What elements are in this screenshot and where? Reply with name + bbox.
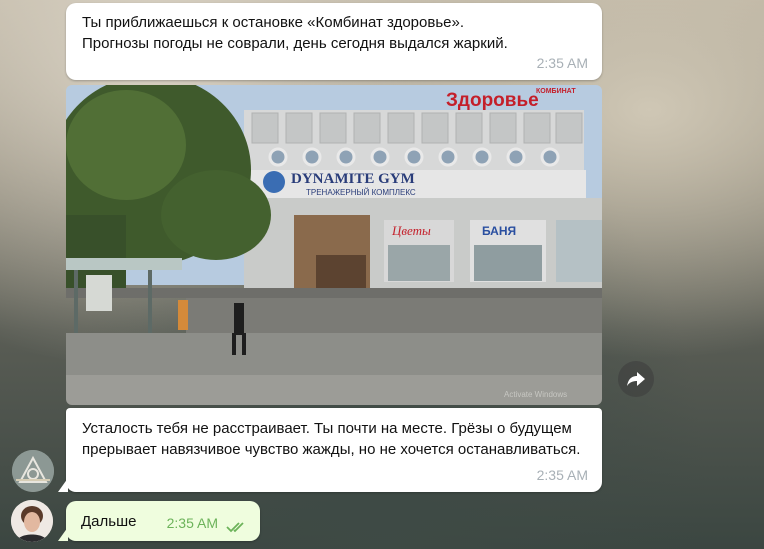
message-text: Дальше [81, 513, 137, 530]
photo-watermark: Activate Windows [504, 390, 567, 399]
message-time: 2:35 AM [536, 467, 588, 483]
sign-top-text: Здоровье [446, 90, 539, 111]
message-time: 2:35 AM [536, 55, 588, 71]
banner-sub-text: ТРЕНАЖЕРНЫЙ КОМПЛЕКС [306, 188, 416, 197]
bubble-tail [58, 478, 68, 492]
incoming-message[interactable]: Усталость тебя не расстраивает. Ты почти… [66, 408, 602, 492]
banner-text: DYNAMITE GYM [291, 171, 415, 187]
forward-arrow-icon [627, 372, 645, 386]
sign-small-text: КОМБИНАТ [536, 88, 576, 95]
forward-button[interactable] [618, 361, 654, 397]
outgoing-message[interactable]: Дальше 2:35 AM [66, 501, 260, 541]
message-photo[interactable]: КОМБИНАТ Здоровье DYNAMITE GYM ТРЕНАЖЕРН… [66, 85, 602, 405]
bubble-tail [58, 527, 68, 541]
double-check-icon [226, 522, 244, 533]
user-avatar[interactable] [11, 500, 53, 542]
street-photo: КОМБИНАТ Здоровье DYNAMITE GYM ТРЕНАЖЕРН… [66, 85, 602, 405]
message-text: Ты приближаешься к остановке «Комбинат з… [82, 14, 508, 52]
message-text: Усталость тебя не расстраивает. Ты почти… [82, 420, 581, 458]
shop-flowers-text: Цветы [391, 223, 431, 238]
bot-avatar[interactable] [12, 450, 54, 492]
incoming-message[interactable]: Ты приближаешься к остановке «Комбинат з… [66, 3, 602, 80]
shop-bath-text: БАНЯ [482, 224, 516, 238]
user-avatar-image [11, 500, 53, 542]
bot-avatar-image [12, 450, 54, 492]
message-time: 2:35 AM [166, 515, 218, 531]
